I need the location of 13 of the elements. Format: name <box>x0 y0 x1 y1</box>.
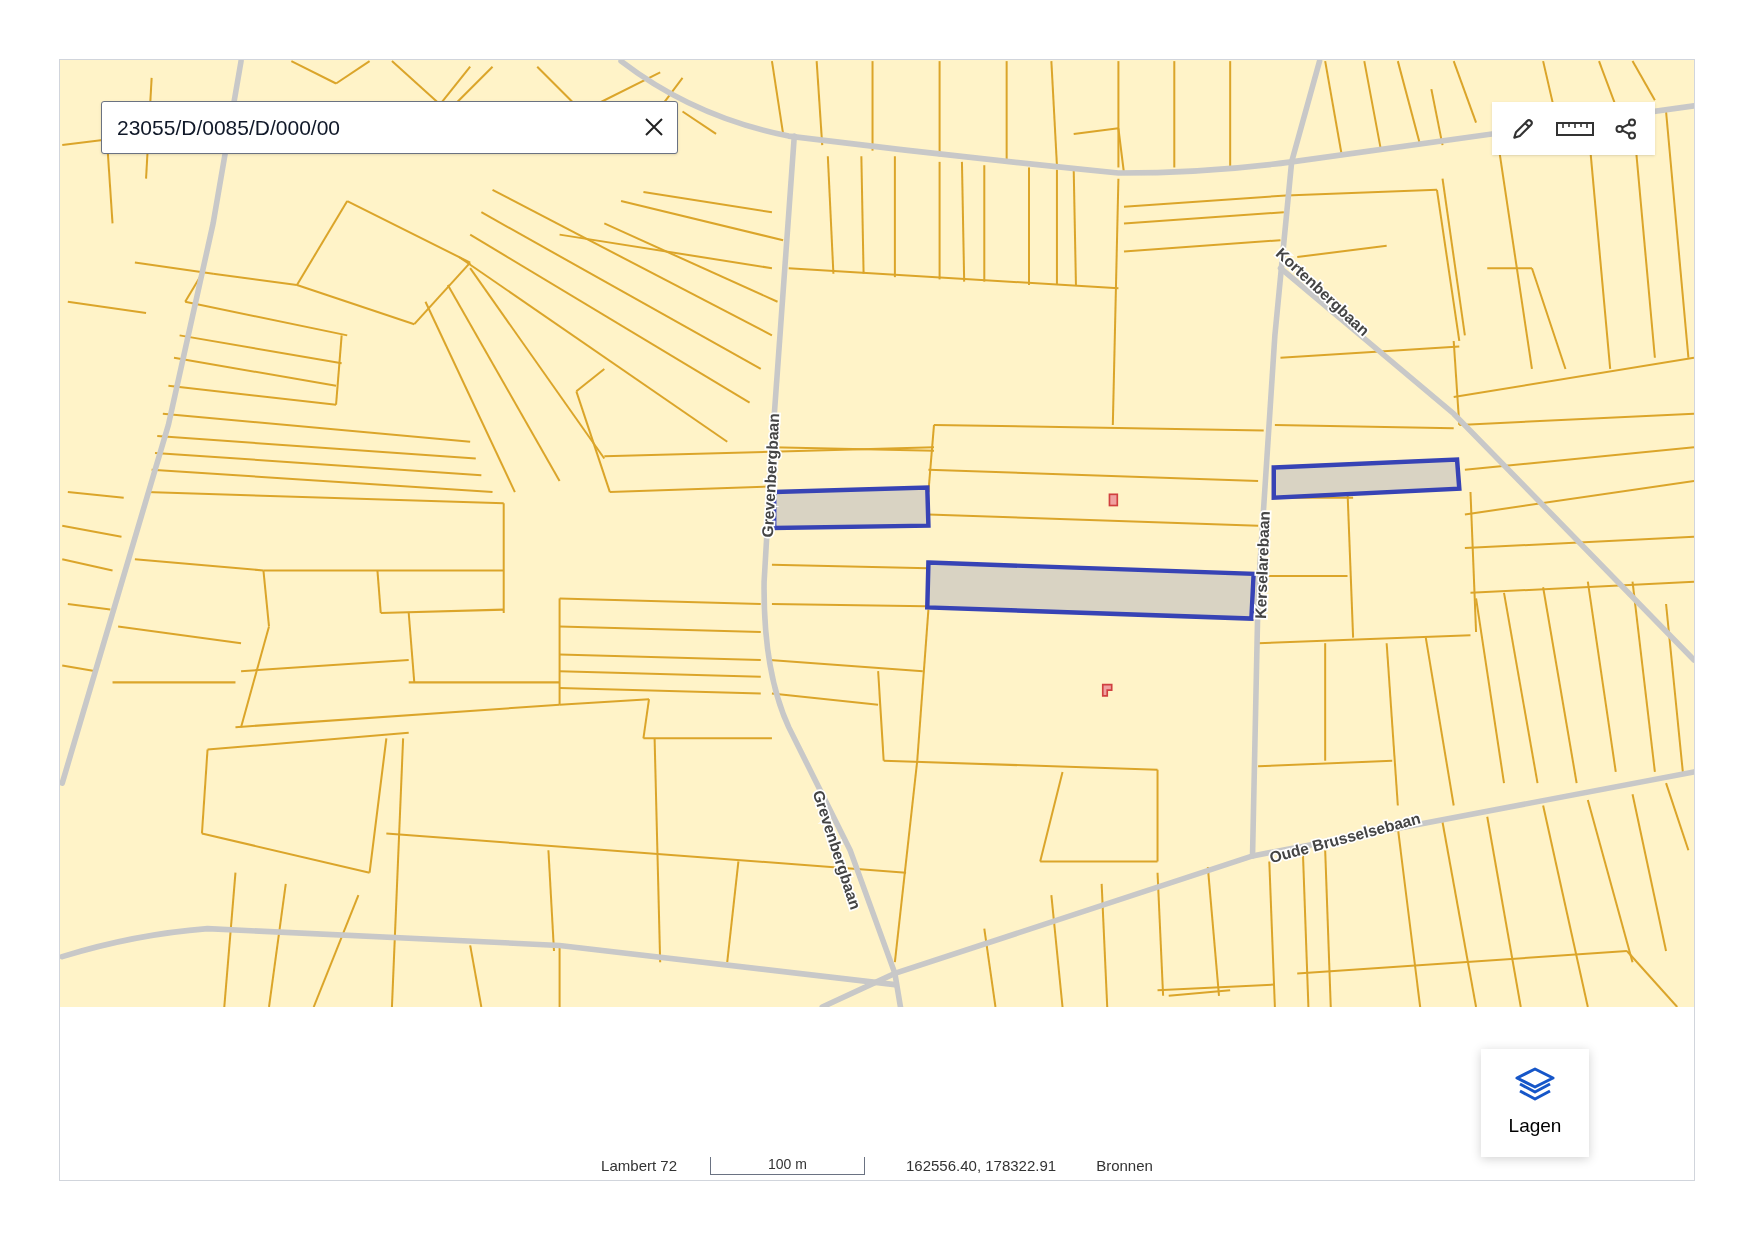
close-icon[interactable] <box>644 117 664 137</box>
cursor-coordinates: 162556.40, 178322.91 <box>906 1156 1057 1176</box>
share-icon[interactable] <box>1614 117 1637 140</box>
search-field[interactable]: 23055/D/0085/D/000/00 <box>101 101 678 154</box>
layers-button[interactable]: Lagen <box>1481 1049 1589 1157</box>
building-marker <box>1108 493 1119 507</box>
building-marker <box>1101 683 1113 697</box>
projection-label: Lambert 72 <box>601 1156 677 1176</box>
ruler-icon[interactable] <box>1556 120 1595 137</box>
sources-link[interactable]: Bronnen <box>1096 1155 1153 1178</box>
scale-bar: 100 m <box>710 1157 865 1176</box>
road-label: Kerselarebaan <box>1252 510 1273 619</box>
road-label: Grevenbergbaan <box>758 412 783 538</box>
